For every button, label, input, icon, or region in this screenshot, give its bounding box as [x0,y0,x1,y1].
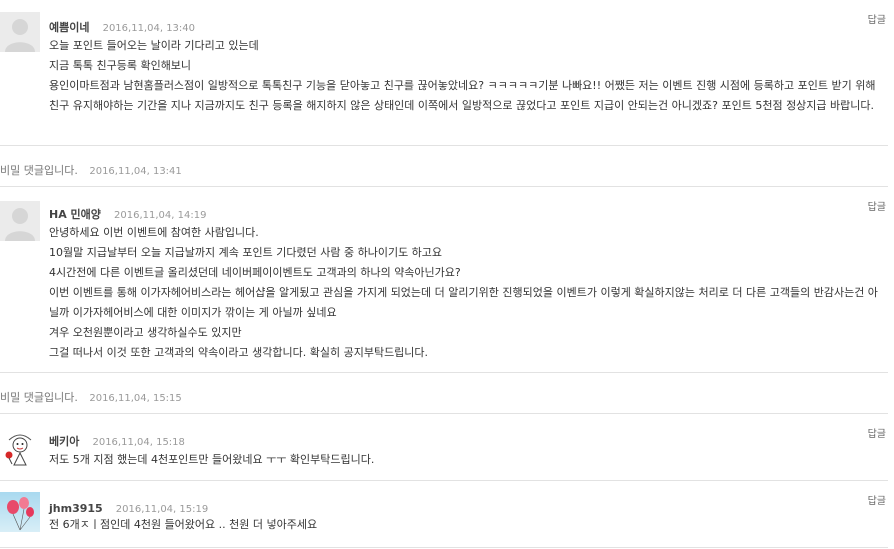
comment-item: jhm3915 2016,11,04, 15:19 답글 전 6개ㅈㅣ점인데 4… [0,481,888,548]
comment-author[interactable]: 베키아 [49,435,79,448]
reply-button[interactable]: 답글 [868,425,886,440]
comment-line: 저도 5개 지점 했는데 4천포인트만 들어왔네요 ㅜㅜ 확인부탁드립니다. [49,453,375,466]
comment-meta: HA 민애양 2016,11,04, 14:19 [49,203,207,221]
comment-date: 2016,11,04, 15:19 [115,504,209,515]
comment-line: 10월말 지급날부터 오늘 지급날까지 계속 포인트 기다렸던 사람 중 하나이… [49,246,443,259]
comment-date: 2016,11,04, 15:18 [92,437,185,448]
comment-body: 안녕하세요 이번 이벤트에 참여한 사람입니다. 10월말 지급날부터 오늘 지… [49,223,885,363]
reply-button[interactable]: 답글 [868,492,886,507]
comment-body: 저도 5개 지점 했는데 4천포인트만 들어왔네요 ㅜㅜ 확인부탁드립니다. [49,450,885,470]
comment-date: 2016,11,04, 13:40 [102,23,196,34]
comment-meta: 베키아 2016,11,04, 15:18 [49,430,185,448]
default-avatar-icon[interactable] [0,201,40,241]
comment-body: 오늘 포인트 들어오는 날이라 기다리고 있는데 지금 톡톡 친구등록 확인해보… [49,36,885,116]
comment-line: 4시간전에 다른 이벤트글 올리셨던데 네이버페이이벤트도 고객과의 하나의 약… [49,266,461,279]
comment-line: 지금 톡톡 친구등록 확인해보니 [49,59,192,72]
secret-comment: 비밀 댓글입니다. 2016,11,04, 15:15 [0,373,888,414]
comment-author[interactable]: HA 민애양 [49,208,101,221]
comment-body: 전 6개ㅈㅣ점인데 4천원 들어왔어요 .. 천원 더 넣아주세요 [49,515,885,535]
secret-comment: 비밀 댓글입니다. 2016,11,04, 13:41 [0,146,888,187]
secret-comment-label: 비밀 댓글입니다. [0,164,78,177]
balloon-avatar-icon[interactable] [0,492,40,532]
comment-list: 예쁨이네 2016,11,04, 13:40 답글 오늘 포인트 들어오는 날이… [0,0,888,549]
comment-date: 2016,11,04, 14:19 [114,210,207,221]
comment-line: 그걸 떠나서 이것 또한 고객과의 약속이라고 생각합니다. 확실히 공지부탁드… [49,346,429,359]
comment-author[interactable]: jhm3915 [49,502,103,515]
comment-item: HA 민애양 2016,11,04, 14:19 답글 안녕하세요 이번 이벤트… [0,187,888,373]
comment-line: 겨우 오천원뿐이라고 생각하실수도 있지만 [49,326,242,339]
comment-line: 이번 이벤트를 통해 이가자헤어비스라는 헤어샵을 알게됬고 관심을 가지게 되… [49,286,878,319]
comment-author[interactable]: 예쁨이네 [49,21,89,34]
comment-item: 예쁨이네 2016,11,04, 13:40 답글 오늘 포인트 들어오는 날이… [0,0,888,146]
comment-meta: jhm3915 2016,11,04, 15:19 [49,497,209,515]
secret-comment-text-row: 비밀 댓글입니다. 2016,11,04, 15:15 [0,389,182,405]
comment-meta: 예쁨이네 2016,11,04, 13:40 [49,16,196,34]
comment-line: 오늘 포인트 들어오는 날이라 기다리고 있는데 [49,39,259,52]
comment-item: 베키아 2016,11,04, 15:18 답글 저도 5개 지점 했는데 4천… [0,414,888,481]
comment-date: 2016,11,04, 15:15 [89,393,182,404]
cartoon-avatar-icon[interactable] [0,428,40,468]
reply-button[interactable]: 답글 [868,198,886,213]
comment-line: 전 6개ㅈㅣ점인데 4천원 들어왔어요 .. 천원 더 넣아주세요 [49,518,318,531]
secret-comment-label: 비밀 댓글입니다. [0,391,78,404]
default-avatar-icon[interactable] [0,12,40,52]
secret-comment-text-row: 비밀 댓글입니다. 2016,11,04, 13:41 [0,162,182,178]
comment-line: 용인이마트점과 남현홈플러스점이 일방적으로 톡톡친구 기능을 닫아놓고 친구를… [49,79,876,112]
comment-date: 2016,11,04, 13:41 [89,166,182,177]
comment-line: 안녕하세요 이번 이벤트에 참여한 사람입니다. [49,226,259,239]
reply-button[interactable]: 답글 [868,11,886,26]
